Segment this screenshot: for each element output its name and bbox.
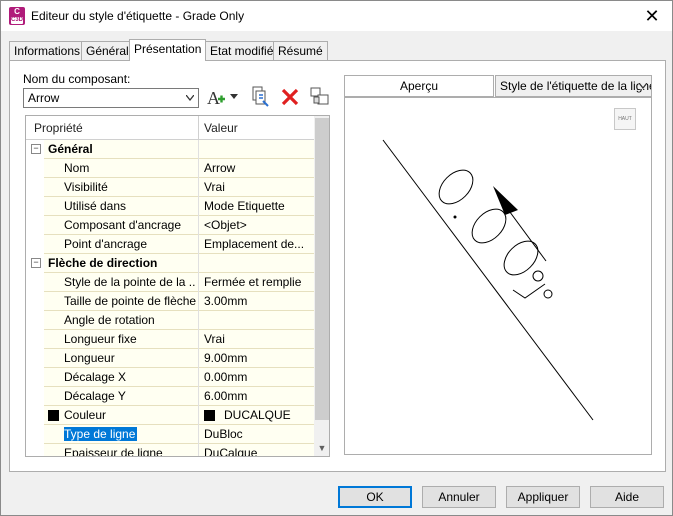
property-name: Epaisseur de ligne [64,446,163,457]
property-value[interactable]: 0.00mm [204,370,312,384]
property-name: Utilisé dans [64,199,127,213]
chevron-down-icon [639,83,647,89]
grid-rows: − Général Nom Arrow Visibilité Vrai Util… [26,140,314,457]
property-name: Point d'ancrage [64,237,148,251]
property-row[interactable]: Longueur 9.00mm [26,349,314,368]
draw-order-icon[interactable] [308,85,332,109]
title-bar: C C3D Editeur du style d'étiquette - Gra… [1,1,672,31]
chevron-down-icon [186,95,194,101]
preview-drawing [382,139,594,421]
tab-presentation[interactable]: Présentation [129,39,207,61]
property-row[interactable]: Décalage Y 6.00mm [26,387,314,406]
property-value[interactable]: 3.00mm [204,294,312,308]
preview-style-value: Style de l'étiquette de la ligne [500,79,652,93]
property-value[interactable]: Arrow [204,161,312,175]
component-name-value: Arrow [28,91,60,105]
property-value[interactable]: <Objet> [204,218,312,232]
scrollbar-thumb[interactable] [315,118,329,420]
property-row[interactable]: Taille de pointe de flèche 3.00mm [26,292,314,311]
property-name: Taille de pointe de flèche [64,294,196,308]
scroll-down-icon[interactable]: ▼ [314,440,329,456]
property-name: Longueur fixe [64,332,137,346]
property-name: Décalage X [64,370,127,384]
column-header-value[interactable]: Valeur [204,121,238,135]
category-label: Général [48,142,93,156]
grid-header: Propriété Valeur [26,116,314,140]
property-row[interactable]: Style de la pointe de la ... Fermée et r… [26,273,314,292]
color-swatch [204,410,215,421]
tab-informations[interactable]: Informations [9,41,86,60]
property-value[interactable]: Emplacement de... [204,237,312,251]
property-row[interactable]: Point d'ancrage Emplacement de... [26,235,314,254]
property-row[interactable]: Angle de rotation [26,311,314,330]
property-value[interactable]: Fermée et remplie [204,275,312,289]
property-row[interactable]: Composant d'ancrage <Objet> [26,216,314,235]
property-row[interactable]: Epaisseur de ligne DuCalque [26,444,314,457]
property-name: Décalage Y [64,389,126,403]
property-value[interactable]: DuBloc [204,427,312,441]
collapse-icon[interactable]: − [31,258,41,268]
property-name: Angle de rotation [64,313,155,327]
property-value[interactable]: 6.00mm [204,389,312,403]
property-name: Longueur [64,351,115,365]
property-name: Type de ligne [64,427,138,441]
component-name-dropdown[interactable]: Arrow [23,88,199,108]
ok-button[interactable]: OK [338,486,412,508]
property-value[interactable]: DuCalque [204,446,312,456]
property-value[interactable]: Vrai [204,180,312,194]
component-name-label: Nom du composant: [23,72,131,86]
preview-header: Aperçu [344,75,494,97]
help-button[interactable]: Aide [590,486,664,508]
cancel-button[interactable]: Annuler [422,486,496,508]
property-name: Style de la pointe de la ... [64,275,196,289]
tab-etat-modifie[interactable]: Etat modifié [205,41,279,60]
property-row[interactable]: Utilisé dans Mode Etiquette [26,197,314,216]
apply-button[interactable]: Appliquer [506,486,580,508]
column-header-property[interactable]: Propriété [34,121,83,135]
window-title: Editeur du style d'étiquette - Grade Onl… [31,9,245,23]
grid-scrollbar[interactable]: ▼ [314,116,329,456]
property-value[interactable]: Mode Etiquette [204,199,312,213]
property-value[interactable]: Vrai [204,332,312,346]
delete-icon[interactable] [278,85,302,109]
tab-general[interactable]: Général [81,41,134,60]
civil3d-app-icon: C C3D [9,7,25,25]
property-row[interactable]: Décalage X 0.00mm [26,368,314,387]
collapse-icon[interactable]: − [31,144,41,154]
category-row-general[interactable]: − Général [26,140,314,159]
property-name: Visibilité [64,180,108,194]
color-swatch [48,410,59,421]
close-icon[interactable]: ✕ [640,5,664,27]
property-name: Couleur [64,408,107,422]
category-label: Flèche de direction [48,256,158,270]
property-value[interactable]: 9.00mm [204,351,312,365]
property-grid: Propriété Valeur − Général Nom Arrow Vis… [25,115,330,457]
preview-canvas[interactable] [344,97,652,455]
view-top-button[interactable]: HAUT [614,108,636,130]
property-row[interactable]: Longueur fixe Vrai [26,330,314,349]
property-name: Composant d'ancrage [64,218,182,232]
property-row-selected[interactable]: Type de ligne DuBloc [26,425,314,444]
tab-resume[interactable]: Résumé [273,41,328,60]
add-component-icon[interactable]: A [205,85,239,109]
category-row-fleche[interactable]: − Flèche de direction [26,254,314,273]
property-name: Nom [64,161,90,175]
preview-style-dropdown[interactable]: Style de l'étiquette de la ligne [495,75,652,97]
copy-component-icon[interactable] [247,85,271,109]
label-style-editor-dialog: C C3D Editeur du style d'étiquette - Gra… [0,0,673,516]
property-row[interactable]: Visibilité Vrai [26,178,314,197]
property-row[interactable]: Nom Arrow [26,159,314,178]
property-row-couleur[interactable]: Couleur DUCALQUE [26,406,314,425]
